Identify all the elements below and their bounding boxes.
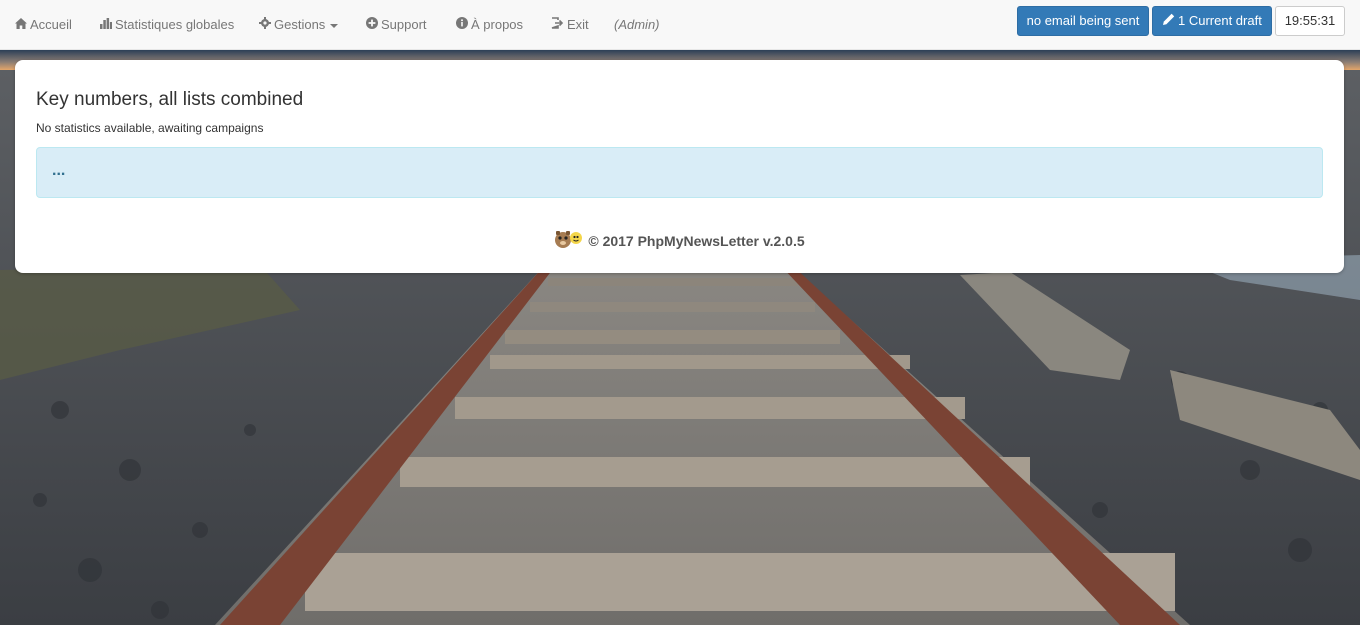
footer: © 2017 PhpMyNewsLetter v.2.0.5 bbox=[15, 231, 1344, 254]
stats-panel: Key numbers, all lists combined No stati… bbox=[15, 60, 1344, 273]
nav-stats[interactable]: Statistiques globales bbox=[100, 0, 234, 50]
nav-support[interactable]: Support bbox=[366, 0, 427, 50]
gear-icon bbox=[259, 0, 271, 49]
user-role-label: (Admin) bbox=[614, 17, 660, 32]
nav-home-label: Accueil bbox=[30, 17, 72, 32]
nav-manage-dropdown[interactable]: Gestions bbox=[259, 0, 339, 50]
nav-about-label: À propos bbox=[471, 17, 524, 32]
nav-about[interactable]: À propos bbox=[456, 0, 523, 50]
pencil-icon bbox=[1163, 7, 1175, 35]
email-status-button[interactable]: no email being sent bbox=[1017, 6, 1149, 36]
nav-exit-label: Exit bbox=[567, 17, 589, 32]
footer-copyright: © 2017 PhpMyNewsLetter v.2.0.5 bbox=[588, 233, 805, 250]
nav-exit[interactable]: Exit bbox=[551, 0, 589, 50]
panel-subtitle: No statistics available, awaiting campai… bbox=[36, 121, 264, 135]
current-draft-button[interactable]: 1 Current draft bbox=[1152, 6, 1272, 36]
current-draft-label: 1 Current draft bbox=[1178, 13, 1262, 28]
exit-icon bbox=[551, 0, 564, 49]
nav-home[interactable]: Accueil bbox=[15, 0, 72, 50]
bar-chart-icon bbox=[100, 0, 112, 49]
nav-support-label: Support bbox=[381, 17, 427, 32]
top-navbar: Accueil Statistiques globales Gestions S… bbox=[0, 0, 1360, 50]
nav-stats-label: Statistiques globales bbox=[115, 17, 235, 32]
info-alert-text: ... bbox=[52, 162, 66, 179]
info-circle-icon bbox=[456, 0, 468, 49]
plus-circle-icon bbox=[366, 0, 378, 49]
home-icon bbox=[15, 0, 27, 49]
phpmynewsletter-logo bbox=[554, 229, 584, 252]
nav-manage-label: Gestions bbox=[274, 17, 326, 32]
panel-title: Key numbers, all lists combined bbox=[36, 89, 304, 110]
info-alert: ... bbox=[36, 147, 1323, 198]
chevron-down-icon bbox=[330, 23, 339, 28]
clock-display: 19:55:31 bbox=[1275, 6, 1345, 36]
